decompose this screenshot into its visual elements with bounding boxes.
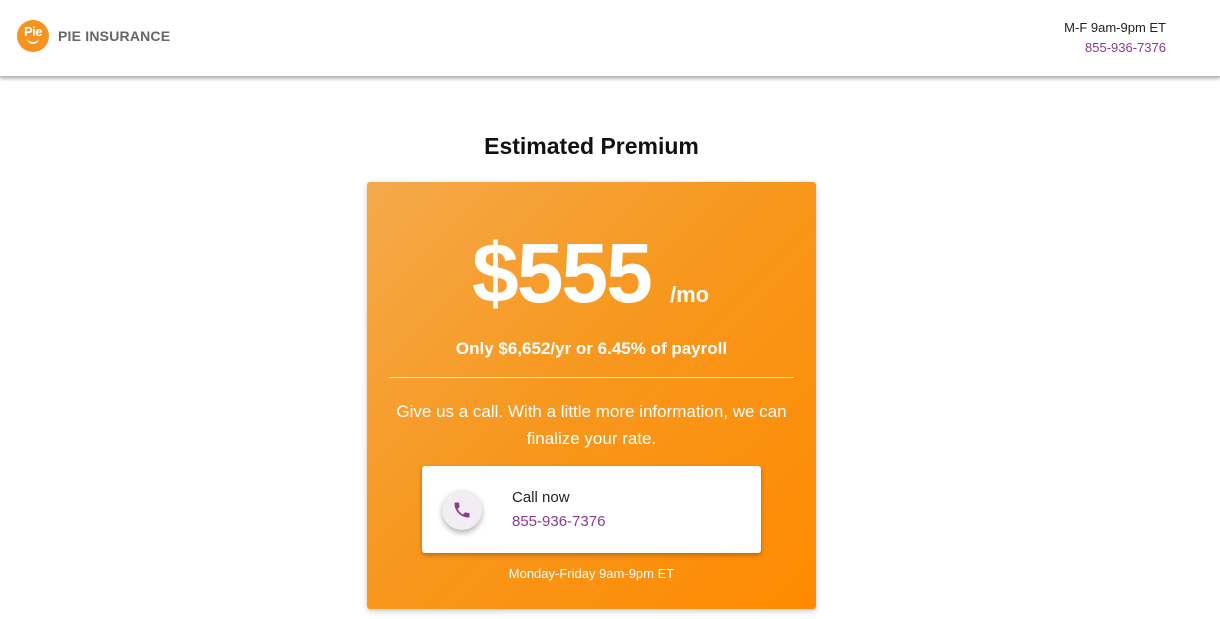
logo-smile-icon [27,38,39,44]
call-now-button[interactable]: Call now 855-936-7376 [422,466,761,553]
pie-logo-icon: Pie [17,20,49,52]
call-phone-link[interactable]: 855-936-7376 [512,513,605,531]
brand-name: PIE INSURANCE [58,28,171,44]
header-hours: M-F 9am-9pm ET [1064,20,1166,35]
call-now-label: Call now [512,489,570,506]
top-header: Pie PIE INSURANCE M-F 9am-9pm ET 855-936… [0,0,1220,77]
annual-summary: Only $6,652/yr or 6.45% of payroll [455,339,728,358]
header-phone-link[interactable]: 855-936-7376 [1064,40,1166,56]
pie-insurance-logo-link[interactable]: Pie PIE INSURANCE [17,20,170,52]
page-title: Estimated Premium [484,133,699,159]
call-message: Give us a call. With a little more infor… [396,402,787,448]
monthly-price: $555 [472,226,653,320]
price-period: /mo [670,282,710,307]
card-divider [389,377,794,378]
header-contact: M-F 9am-9pm ET 855-936-7376 [1064,20,1166,56]
logo-text: Pie [23,24,43,39]
card-hours: Monday-Friday 9am-9pm ET [508,566,675,581]
phone-icon[interactable] [442,490,482,530]
